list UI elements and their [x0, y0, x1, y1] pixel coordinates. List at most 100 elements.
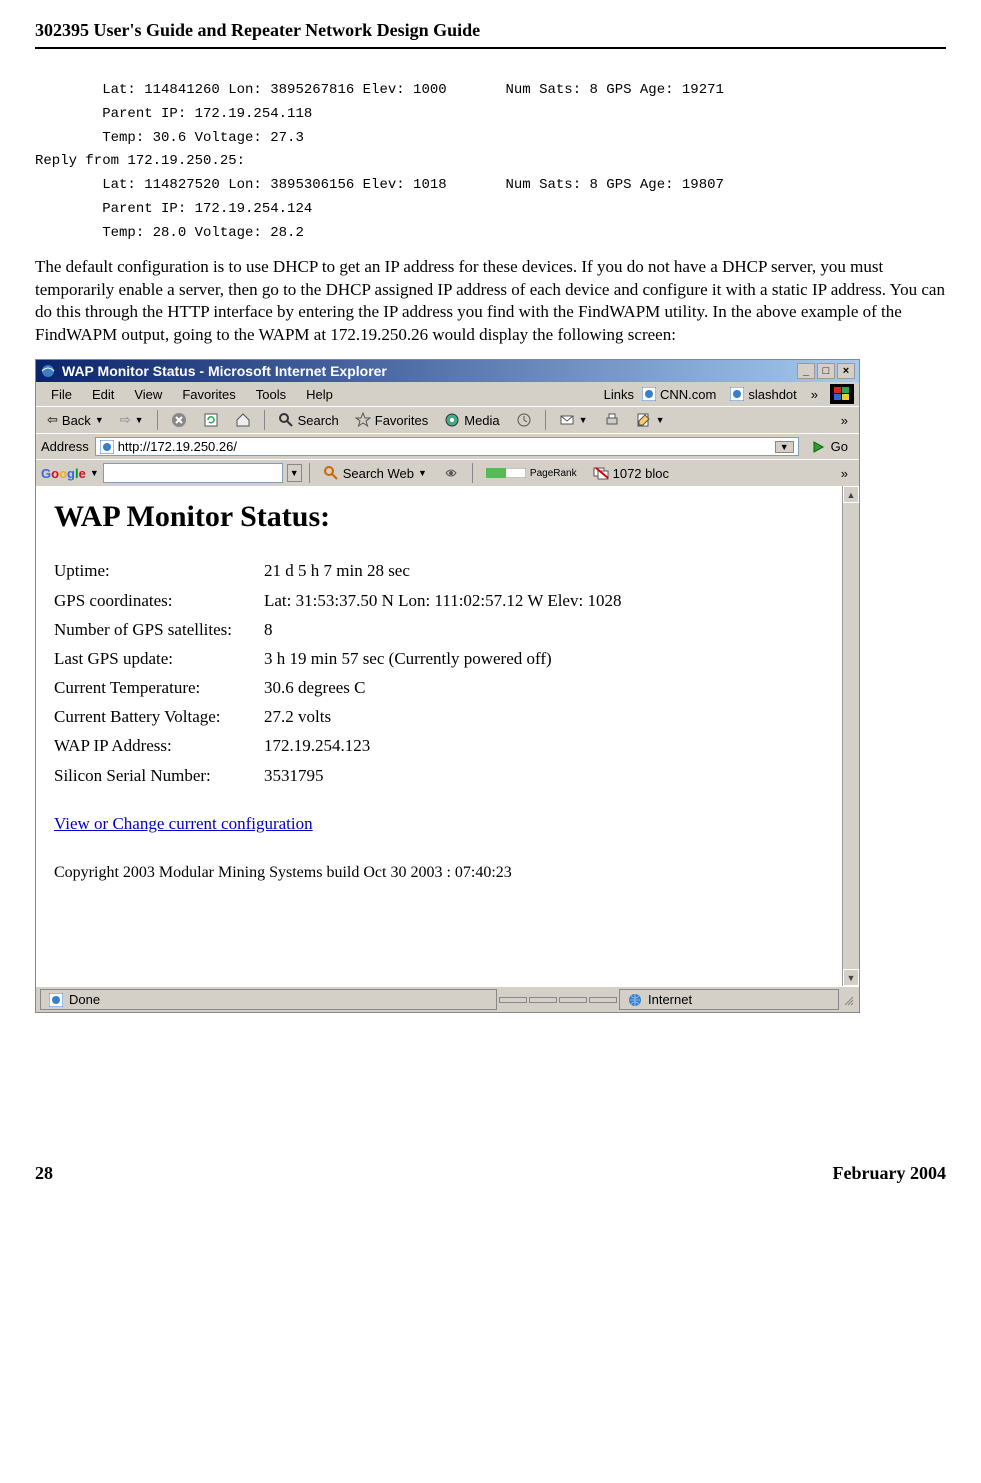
menu-file[interactable]: File [41, 385, 82, 404]
popup-block-icon [593, 465, 609, 481]
toolbar: ⇦ Back ▼ ⇨ ▼ Searc [36, 406, 859, 433]
toolbar-more[interactable]: » [835, 411, 854, 430]
search-label: Search [298, 413, 339, 428]
popup-blocker-button[interactable]: 1072 bloc [587, 463, 675, 483]
scroll-up-button[interactable]: ▲ [843, 486, 859, 503]
menu-edit[interactable]: Edit [82, 385, 124, 404]
address-dropdown-icon[interactable]: ▼ [775, 441, 794, 453]
menu-help[interactable]: Help [296, 385, 343, 404]
gps-label: GPS coordinates: [54, 586, 264, 615]
sats-label: Number of GPS satellites: [54, 615, 264, 644]
google-more[interactable]: » [835, 464, 854, 483]
status-pane-spacer [529, 997, 557, 1003]
home-button[interactable] [229, 410, 257, 430]
status-zone-pane: Internet [619, 989, 839, 1010]
mail-icon [559, 412, 575, 428]
popup-block-label: 1072 bloc [613, 466, 669, 481]
edit-icon [636, 412, 652, 428]
go-label: Go [831, 439, 848, 454]
go-button[interactable]: Go [805, 439, 854, 455]
google-input-dropdown-icon[interactable]: ▼ [287, 464, 302, 482]
link-slashdot-text: slashdot [748, 387, 796, 402]
wapip-label: WAP IP Address: [54, 731, 264, 760]
print-icon [604, 412, 620, 428]
table-row: Number of GPS satellites:8 [54, 615, 627, 644]
google-news-button[interactable] [437, 463, 465, 483]
status-done-pane: Done [40, 989, 497, 1010]
link-cnn[interactable]: CNN.com [636, 385, 722, 404]
print-button[interactable] [598, 410, 626, 430]
maximize-button[interactable]: □ [817, 363, 835, 379]
ie-icon [40, 363, 56, 379]
mail-button[interactable]: ▼ [553, 410, 594, 430]
scroll-down-button[interactable]: ▼ [843, 969, 859, 986]
chevron-down-icon[interactable]: ▼ [656, 415, 665, 425]
lastgps-value: 3 h 19 min 57 sec (Currently powered off… [264, 644, 627, 673]
status-pane-spacer [499, 997, 527, 1003]
favorites-label: Favorites [375, 413, 428, 428]
refresh-icon [203, 412, 219, 428]
refresh-button[interactable] [197, 410, 225, 430]
separator [264, 410, 265, 430]
pagerank-button[interactable]: PageRank [480, 466, 583, 481]
close-button[interactable]: × [837, 363, 855, 379]
history-icon [516, 412, 532, 428]
body-paragraph: The default configuration is to use DHCP… [35, 256, 946, 348]
media-button[interactable]: Media [438, 410, 505, 430]
links-label: Links [604, 387, 634, 402]
page-number: 28 [35, 1163, 53, 1184]
vertical-scrollbar[interactable]: ▲ ▼ [842, 486, 859, 986]
volt-label: Current Battery Voltage: [54, 702, 264, 731]
status-done-text: Done [69, 992, 100, 1007]
chevron-down-icon[interactable]: ▼ [95, 415, 104, 425]
resize-grip-icon[interactable] [841, 993, 855, 1007]
back-label: Back [62, 413, 91, 428]
lastgps-label: Last GPS update: [54, 644, 264, 673]
status-zone-text: Internet [648, 992, 692, 1007]
history-button[interactable] [510, 410, 538, 430]
news-icon [443, 465, 459, 481]
search-web-button[interactable]: Search Web ▼ [317, 463, 433, 483]
copyright-text: Copyright 2003 Modular Mining Systems bu… [54, 864, 841, 882]
link-slashdot[interactable]: slashdot [724, 385, 802, 404]
doc-header: 302395 User's Guide and Repeater Network… [35, 20, 946, 49]
separator [309, 463, 310, 483]
forward-button[interactable]: ⇨ ▼ [114, 410, 150, 430]
terminal-output: Lat: 114841260 Lon: 3895267816 Elev: 100… [35, 79, 946, 246]
go-arrow-icon [811, 439, 827, 455]
title-bar[interactable]: WAP Monitor Status - Microsoft Internet … [36, 360, 859, 382]
content-area: ▲ ▼ WAP Monitor Status: Uptime:21 d 5 h … [36, 486, 859, 986]
chevron-more-links[interactable]: » [805, 385, 824, 404]
link-cnn-text: CNN.com [660, 387, 716, 402]
uptime-label: Uptime: [54, 556, 264, 585]
google-logo[interactable]: Google [41, 466, 86, 481]
globe-icon [628, 993, 642, 1007]
address-input[interactable]: http://172.19.250.26/ ▼ [95, 437, 799, 456]
config-link[interactable]: View or Change current configuration [54, 814, 841, 834]
google-dropdown-icon[interactable]: ▼ [90, 468, 99, 478]
google-search-input[interactable] [103, 463, 283, 483]
stop-button[interactable] [165, 410, 193, 430]
sats-value: 8 [264, 615, 627, 644]
serial-label: Silicon Serial Number: [54, 761, 264, 790]
star-icon [355, 412, 371, 428]
address-bar: Address http://172.19.250.26/ ▼ Go [36, 433, 859, 459]
chevron-down-icon[interactable]: ▼ [135, 415, 144, 425]
favorites-button[interactable]: Favorites [349, 410, 434, 430]
edit-button[interactable]: ▼ [630, 410, 671, 430]
chevron-down-icon[interactable]: ▼ [579, 415, 588, 425]
chevron-down-icon[interactable]: ▼ [418, 468, 427, 478]
menu-view[interactable]: View [124, 385, 172, 404]
minimize-button[interactable]: _ [797, 363, 815, 379]
pagerank-label: PageRank [530, 468, 577, 479]
search-icon [278, 412, 294, 428]
back-button[interactable]: ⇦ Back ▼ [41, 410, 110, 430]
search-button[interactable]: Search [272, 410, 345, 430]
menu-tools[interactable]: Tools [246, 385, 296, 404]
wapip-value: 172.19.254.123 [264, 731, 627, 760]
search-web-label: Search Web [343, 466, 414, 481]
gps-value: Lat: 31:53:37.50 N Lon: 111:02:57.12 W E… [264, 586, 627, 615]
media-icon [444, 412, 460, 428]
menu-favorites[interactable]: Favorites [172, 385, 245, 404]
home-icon [235, 412, 251, 428]
